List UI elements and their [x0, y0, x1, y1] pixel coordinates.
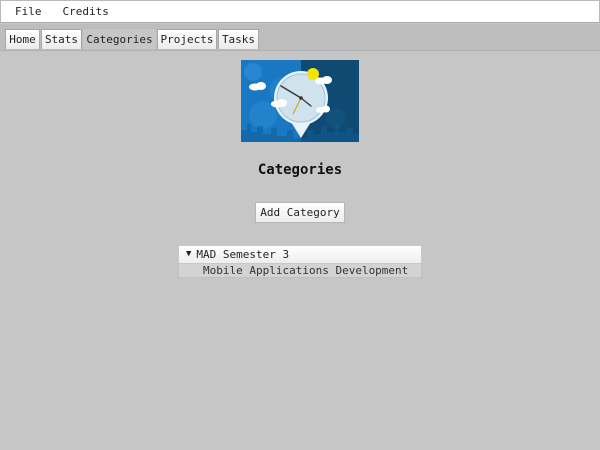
clock-map-pin-icon	[241, 60, 359, 142]
category-list: ▼ MAD Semester 3 Mobile Applications Dev…	[178, 245, 422, 278]
tab-categories[interactable]: Categories	[83, 29, 156, 49]
add-category-button[interactable]: Add Category	[255, 202, 345, 223]
menu-bar: File Credits	[0, 0, 600, 23]
tab-stats[interactable]: Stats	[41, 29, 82, 49]
banner-graphic	[241, 60, 359, 142]
tab-tasks[interactable]: Tasks	[218, 29, 259, 49]
triangle-down-icon[interactable]: ▼	[186, 250, 191, 259]
tab-strip: Home Stats Categories Projects Tasks	[0, 24, 600, 51]
menu-credits[interactable]: Credits	[56, 5, 116, 18]
tab-projects[interactable]: Projects	[157, 29, 217, 49]
category-child-item[interactable]: Mobile Applications Development	[178, 264, 422, 278]
page-title: Categories	[257, 162, 343, 178]
tab-home[interactable]: Home	[5, 29, 40, 49]
category-item-header[interactable]: ▼ MAD Semester 3	[178, 245, 422, 264]
category-name: MAD Semester 3	[196, 248, 290, 261]
menu-file[interactable]: File	[8, 5, 49, 18]
